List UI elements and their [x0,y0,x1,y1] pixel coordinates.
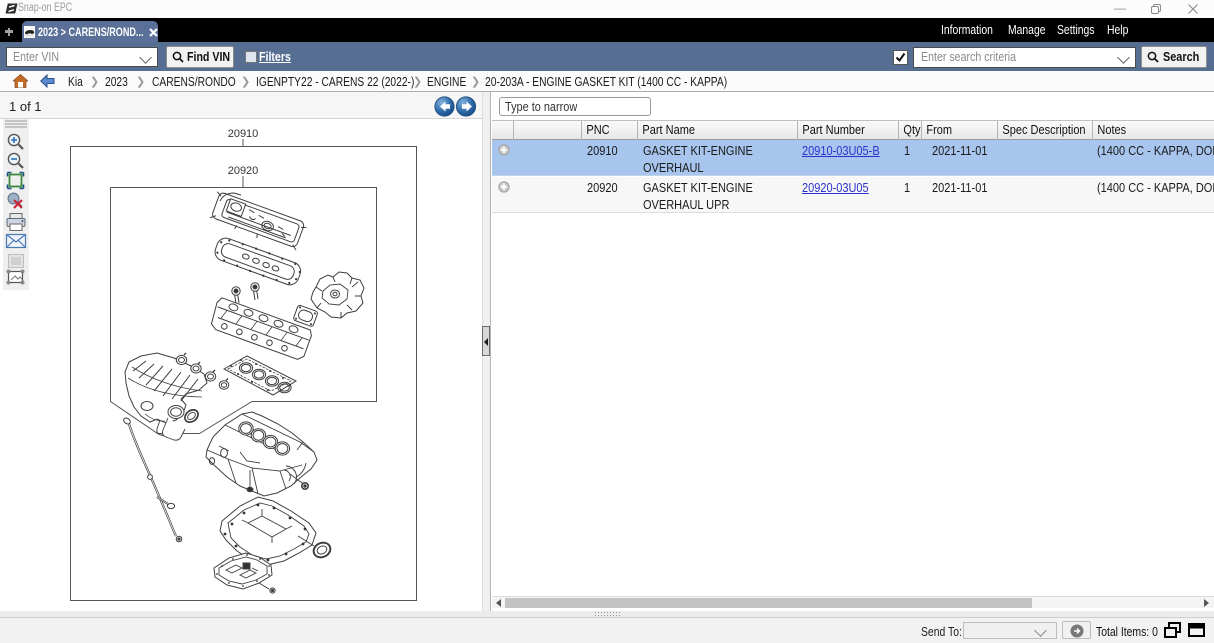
svg-text:20910: 20910 [228,128,259,140]
svg-text:20920: 20920 [228,165,259,177]
